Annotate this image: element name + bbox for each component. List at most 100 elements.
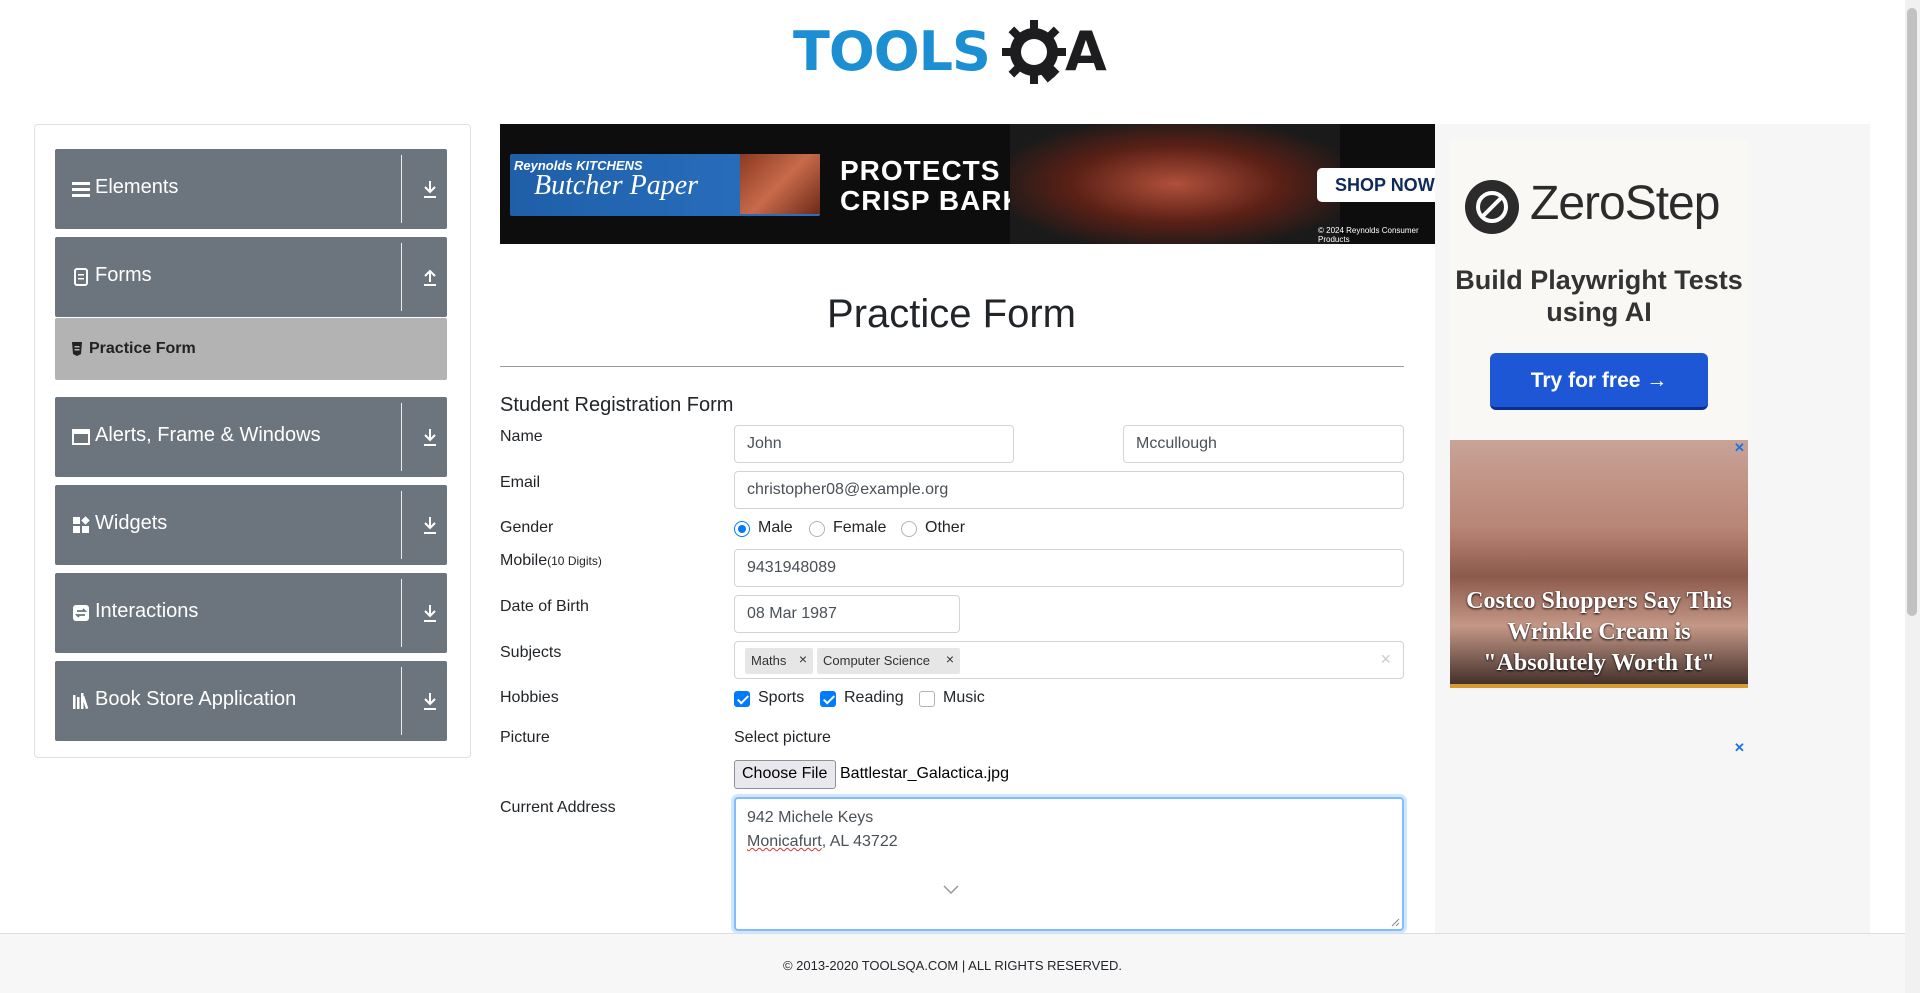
divider	[401, 579, 402, 647]
choose-file-button[interactable]: Choose File	[734, 760, 836, 789]
document-icon	[74, 268, 88, 286]
gear-icon	[1002, 20, 1066, 84]
subject-tag: Computer Science ×	[817, 648, 960, 674]
page: TOOLS A Elements Forms Practice Form Ale…	[0, 0, 1920, 993]
banner-headline: PROTECTS CRISP BARK	[840, 156, 1024, 216]
subject-tag-label: Maths	[751, 653, 787, 668]
widgets-icon	[73, 516, 90, 533]
mobile-label-text: Mobile	[500, 552, 548, 569]
hobbies-label: Hobbies	[500, 689, 559, 706]
dob-input[interactable]: 08 Mar 1987	[734, 595, 960, 633]
name-label: Name	[500, 428, 543, 445]
divider	[401, 155, 402, 223]
divider	[401, 667, 402, 735]
html-icon	[72, 342, 82, 356]
zerostep-try-button[interactable]: Try for free →	[1490, 353, 1708, 410]
sidebar-group-elements[interactable]: Elements	[55, 149, 447, 229]
wrinkle-cream-ad[interactable]: Costco Shoppers Say This Wrinkle Cream i…	[1450, 440, 1748, 688]
radio-label: Female	[833, 519, 887, 536]
interactions-icon	[73, 605, 89, 621]
scrollbar-thumb[interactable]	[1907, 8, 1917, 616]
dob-label: Date of Birth	[500, 598, 589, 615]
logo-text-a: A	[1065, 20, 1107, 83]
banner-headline-1: PROTECTS	[840, 155, 1001, 186]
radio-label: Other	[925, 519, 966, 536]
last-name-input[interactable]: Mccullough	[1123, 425, 1404, 463]
banner-shop-button[interactable]: SHOP NOW	[1317, 168, 1435, 202]
address-rest: , AL 43722	[821, 833, 898, 850]
current-address-textarea[interactable]: 942 Michele Keys Monicafurt, AL 43722	[734, 797, 1404, 931]
close-ad-icon[interactable]: ✕	[1734, 740, 1745, 756]
page-title: Practice Form	[827, 292, 1076, 336]
checkbox-control[interactable]	[919, 691, 935, 707]
chevron-down-icon[interactable]	[943, 885, 959, 895]
toolsqa-logo[interactable]: TOOLS A	[793, 14, 1116, 90]
books-icon	[73, 693, 89, 710]
address-line-1: 942 Michele Keys	[747, 809, 874, 826]
resize-handle-icon[interactable]	[1391, 918, 1400, 927]
remove-tag-icon[interactable]: ×	[946, 651, 954, 667]
checkbox-label: Reading	[844, 689, 904, 706]
radio-control[interactable]	[734, 521, 750, 537]
remove-tag-icon[interactable]: ×	[799, 651, 807, 667]
subject-tag: Maths ×	[745, 648, 813, 674]
download-icon[interactable]	[422, 427, 438, 447]
checkbox-control[interactable]	[734, 691, 750, 707]
footer-copyright: © 2013-2020 TOOLSQA.COM | ALL RIGHTS RES…	[782, 958, 1123, 973]
banner-photo	[1010, 124, 1340, 244]
sidebar-group-book-store[interactable]: Book Store Application	[55, 661, 447, 741]
upload-icon[interactable]	[422, 267, 438, 287]
sidebar-item-label: Practice Form	[89, 340, 196, 357]
hamburger-icon	[72, 182, 90, 197]
first-name-input[interactable]: John	[734, 425, 1014, 463]
divider	[500, 366, 1404, 367]
sidebar-group-interactions[interactable]: Interactions	[55, 573, 447, 653]
subject-tag-label: Computer Science	[823, 653, 930, 668]
download-icon[interactable]	[422, 515, 438, 535]
download-icon[interactable]	[422, 691, 438, 711]
sidebar-group-label: Book Store Application	[95, 688, 297, 710]
sidebar-group-forms[interactable]: Forms	[55, 237, 447, 317]
banner-copyright: © 2024 Reynolds Consumer Products	[1318, 226, 1419, 244]
ad-accent-bar	[1450, 684, 1748, 688]
sidebar-item-practice-form[interactable]: Practice Form	[55, 318, 447, 380]
clear-subjects-icon[interactable]: ×	[1380, 649, 1391, 670]
mobile-label: Mobile(10 Digits)	[500, 552, 602, 570]
page-scrollbar[interactable]	[1905, 0, 1920, 993]
hobbies-checkbox-group: Sports Reading Music	[734, 689, 1034, 711]
sidebar-group-label: Elements	[95, 176, 179, 198]
sidebar: Elements Forms Practice Form Alerts, Fra…	[34, 124, 471, 758]
checkbox-label: Music	[943, 689, 985, 706]
zerostep-tagline: Build Playwright Tests using AI	[1455, 265, 1743, 327]
logo-text-tools: TOOLS	[793, 20, 991, 83]
radio-label: Male	[758, 519, 793, 536]
divider	[401, 491, 402, 559]
sidebar-group-label: Widgets	[95, 512, 168, 534]
mobile-input[interactable]: 9431948089	[734, 549, 1404, 587]
banner-headline-2: CRISP BARK	[840, 185, 1024, 216]
sidebar-group-label: Alerts, Frame & Windows	[95, 424, 321, 446]
email-label: Email	[500, 474, 541, 491]
window-icon	[72, 429, 90, 445]
download-icon[interactable]	[422, 179, 438, 199]
divider	[401, 243, 402, 311]
download-icon[interactable]	[422, 603, 438, 623]
subjects-input[interactable]: Maths × Computer Science × ×	[734, 641, 1404, 679]
sidebar-group-widgets[interactable]: Widgets	[55, 485, 447, 565]
selected-file-name: Battlestar_Galactica.jpg	[840, 765, 1009, 782]
zerostep-name: ZeroStep	[1530, 177, 1720, 230]
picture-label: Picture	[500, 729, 550, 746]
banner-ad[interactable]: Reynolds KITCHENS Butcher Paper PROTECTS…	[500, 124, 1435, 244]
radio-control[interactable]	[901, 521, 917, 537]
radio-control[interactable]	[809, 521, 825, 537]
address-city: Monicafurt	[747, 833, 822, 850]
email-input[interactable]: christopher08@example.org	[734, 471, 1404, 509]
footer: © 2013-2020 TOOLSQA.COM | ALL RIGHTS RES…	[0, 933, 1905, 993]
sidebar-group-label: Forms	[95, 264, 152, 286]
zerostep-ad[interactable]: ZeroStep Build Playwright Tests using AI…	[1450, 140, 1748, 440]
banner-product: Butcher Paper	[534, 170, 699, 201]
sidebar-group-alerts[interactable]: Alerts, Frame & Windows	[55, 397, 447, 477]
divider	[401, 403, 402, 471]
close-ad-icon[interactable]: ✕	[1734, 440, 1745, 456]
checkbox-control[interactable]	[820, 691, 836, 707]
